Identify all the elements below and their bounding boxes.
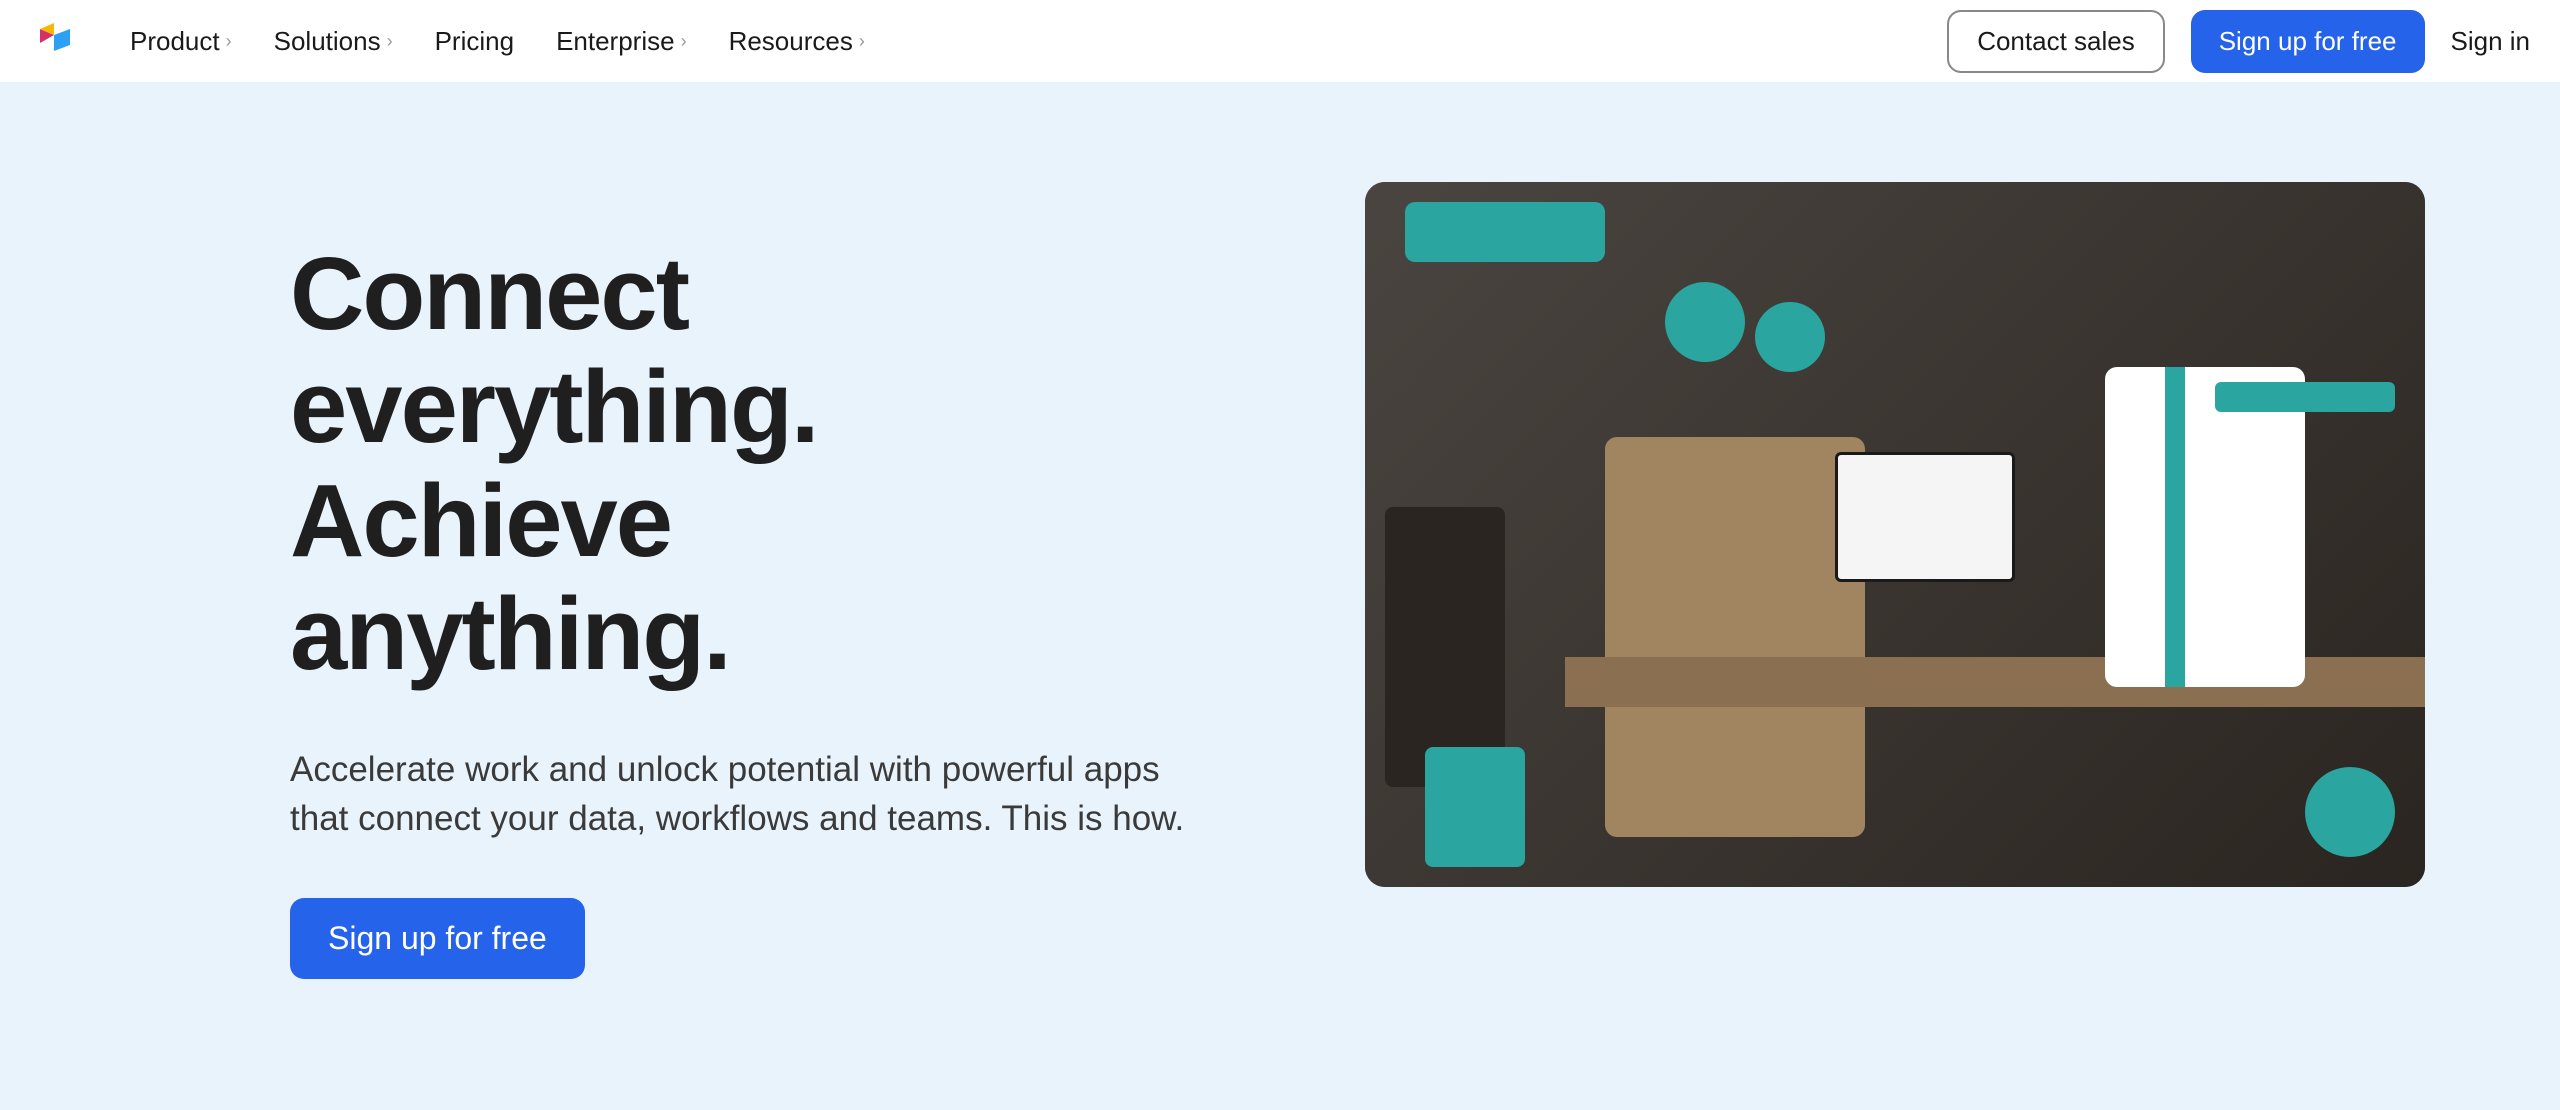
nav-pricing[interactable]: Pricing — [435, 26, 514, 57]
chevron-right-icon: › — [226, 31, 232, 52]
nav-solutions[interactable]: Solutions › — [274, 26, 393, 57]
nav-label: Solutions — [274, 26, 381, 57]
hero-subtitle: Accelerate work and unlock potential wit… — [290, 745, 1210, 843]
primary-nav: Product › Solutions › Pricing Enterprise… — [130, 26, 865, 57]
hero-title-line: everything. — [290, 349, 818, 464]
signup-button[interactable]: Sign up for free — [2191, 10, 2425, 73]
chevron-right-icon: › — [387, 31, 393, 52]
brand-logo[interactable] — [30, 21, 75, 61]
nav-label: Resources — [729, 26, 853, 57]
hero-content: Connect everything. Achieve anything. Ac… — [135, 182, 1275, 979]
workspace-photo — [1365, 182, 2425, 887]
hero-title-line: anything. — [290, 576, 730, 691]
chevron-right-icon: › — [681, 31, 687, 52]
logo-icon — [30, 21, 75, 61]
nav-label: Enterprise — [556, 26, 675, 57]
contact-sales-button[interactable]: Contact sales — [1947, 10, 2165, 73]
header-actions: Contact sales Sign up for free Sign in — [1947, 10, 2530, 73]
hero-title-line: Connect — [290, 236, 688, 351]
hero-signup-button[interactable]: Sign up for free — [290, 898, 585, 979]
nav-product[interactable]: Product › — [130, 26, 232, 57]
hero-section: Connect everything. Achieve anything. Ac… — [0, 82, 2560, 1110]
nav-resources[interactable]: Resources › — [729, 26, 865, 57]
site-header: Product › Solutions › Pricing Enterprise… — [0, 0, 2560, 82]
nav-enterprise[interactable]: Enterprise › — [556, 26, 687, 57]
hero-title-line: Achieve — [290, 463, 671, 578]
chevron-right-icon: › — [859, 31, 865, 52]
nav-label: Pricing — [435, 26, 514, 57]
signin-link[interactable]: Sign in — [2451, 26, 2531, 57]
hero-title: Connect everything. Achieve anything. — [290, 237, 1275, 690]
hero-image — [1365, 182, 2425, 887]
nav-label: Product — [130, 26, 220, 57]
